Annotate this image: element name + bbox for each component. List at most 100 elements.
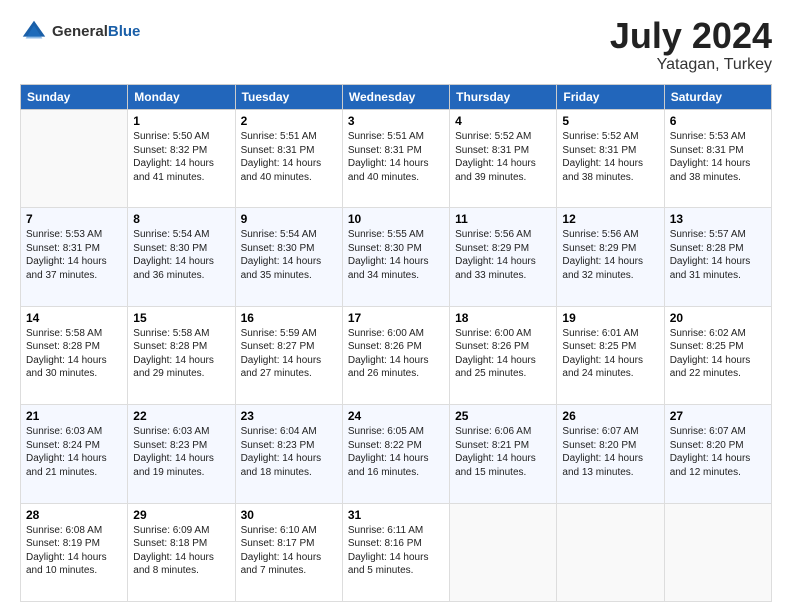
day-info: Sunrise: 6:11 AM Sunset: 8:16 PM Dayligh… bbox=[348, 524, 444, 578]
day-info: Sunrise: 5:51 AM Sunset: 8:31 PM Dayligh… bbox=[241, 130, 337, 184]
day-number: 10 bbox=[348, 212, 444, 226]
day-info: Sunrise: 5:51 AM Sunset: 8:31 PM Dayligh… bbox=[348, 130, 444, 184]
day-number: 17 bbox=[348, 311, 444, 325]
calendar-cell: 24Sunrise: 6:05 AM Sunset: 8:22 PM Dayli… bbox=[342, 405, 449, 503]
column-header-wednesday: Wednesday bbox=[342, 85, 449, 110]
week-row-1: 7 Sunrise: 5:53 AM Sunset: 8:31 PM Daylig… bbox=[21, 208, 772, 306]
calendar-cell: 19 Sunrise: 6:01 AM Sunset: 8:25 PM Dayli… bbox=[557, 306, 664, 404]
calendar-cell bbox=[557, 503, 664, 601]
day-number: 3 bbox=[348, 114, 444, 128]
day-number: 24 bbox=[348, 409, 444, 423]
day-info: Sunrise: 5:58 AM Sunset: 8:28 PM Dayligh… bbox=[26, 327, 122, 381]
logo-general: General bbox=[52, 23, 108, 40]
day-number: 12 bbox=[562, 212, 658, 226]
calendar-cell: 21Sunrise: 6:03 AM Sunset: 8:24 PM Dayli… bbox=[21, 405, 128, 503]
day-number: 1 bbox=[133, 114, 229, 128]
day-number: 20 bbox=[670, 311, 766, 325]
day-info: Sunrise: 6:00 AM Sunset: 8:26 PM Dayligh… bbox=[455, 327, 551, 381]
day-info: Sunrise: 5:53 AM Sunset: 8:31 PM Dayligh… bbox=[670, 130, 766, 184]
calendar-cell: 1 Sunrise: 5:50 AM Sunset: 8:32 PM Daylig… bbox=[128, 110, 235, 208]
day-info: Sunrise: 6:07 AM Sunset: 8:20 PM Dayligh… bbox=[562, 425, 658, 479]
location-title: Yatagan, Turkey bbox=[610, 56, 772, 74]
day-number: 27 bbox=[670, 409, 766, 423]
day-number: 18 bbox=[455, 311, 551, 325]
calendar-cell: 22Sunrise: 6:03 AM Sunset: 8:23 PM Dayli… bbox=[128, 405, 235, 503]
calendar-cell: 10Sunrise: 5:55 AM Sunset: 8:30 PM Dayli… bbox=[342, 208, 449, 306]
column-header-thursday: Thursday bbox=[450, 85, 557, 110]
calendar-cell: 20 Sunrise: 6:02 AM Sunset: 8:25 PM Dayli… bbox=[664, 306, 771, 404]
day-info: Sunrise: 5:56 AM Sunset: 8:29 PM Dayligh… bbox=[562, 228, 658, 282]
calendar-cell: 16 Sunrise: 5:59 AM Sunset: 8:27 PM Dayli… bbox=[235, 306, 342, 404]
day-number: 25 bbox=[455, 409, 551, 423]
day-number: 19 bbox=[562, 311, 658, 325]
calendar-cell: 17 Sunrise: 6:00 AM Sunset: 8:26 PM Dayli… bbox=[342, 306, 449, 404]
header-row: SundayMondayTuesdayWednesdayThursdayFrid… bbox=[21, 85, 772, 110]
column-header-friday: Friday bbox=[557, 85, 664, 110]
day-number: 16 bbox=[241, 311, 337, 325]
day-number: 8 bbox=[133, 212, 229, 226]
day-number: 22 bbox=[133, 409, 229, 423]
calendar-cell: 28 Sunrise: 6:08 AM Sunset: 8:19 PM Dayli… bbox=[21, 503, 128, 601]
calendar-cell: 13 Sunrise: 5:57 AM Sunset: 8:28 PM Dayli… bbox=[664, 208, 771, 306]
calendar-cell bbox=[450, 503, 557, 601]
day-info: Sunrise: 5:54 AM Sunset: 8:30 PM Dayligh… bbox=[133, 228, 229, 282]
day-info: Sunrise: 5:57 AM Sunset: 8:28 PM Dayligh… bbox=[670, 228, 766, 282]
day-info: Sunrise: 6:08 AM Sunset: 8:19 PM Dayligh… bbox=[26, 524, 122, 578]
day-number: 7 bbox=[26, 212, 122, 226]
calendar-cell: 2 Sunrise: 5:51 AM Sunset: 8:31 PM Daylig… bbox=[235, 110, 342, 208]
calendar-cell bbox=[664, 503, 771, 601]
day-info: Sunrise: 6:04 AM Sunset: 8:23 PM Dayligh… bbox=[241, 425, 337, 479]
day-number: 4 bbox=[455, 114, 551, 128]
day-info: Sunrise: 6:10 AM Sunset: 8:17 PM Dayligh… bbox=[241, 524, 337, 578]
day-number: 23 bbox=[241, 409, 337, 423]
day-info: Sunrise: 5:58 AM Sunset: 8:28 PM Dayligh… bbox=[133, 327, 229, 381]
day-info: Sunrise: 6:01 AM Sunset: 8:25 PM Dayligh… bbox=[562, 327, 658, 381]
day-number: 5 bbox=[562, 114, 658, 128]
day-number: 2 bbox=[241, 114, 337, 128]
day-number: 15 bbox=[133, 311, 229, 325]
column-header-saturday: Saturday bbox=[664, 85, 771, 110]
day-number: 14 bbox=[26, 311, 122, 325]
day-number: 13 bbox=[670, 212, 766, 226]
logo-text: GeneralBlue bbox=[52, 24, 140, 41]
calendar-cell: 23 Sunrise: 6:04 AM Sunset: 8:23 PM Dayli… bbox=[235, 405, 342, 503]
day-number: 11 bbox=[455, 212, 551, 226]
day-number: 26 bbox=[562, 409, 658, 423]
week-row-0: 1 Sunrise: 5:50 AM Sunset: 8:32 PM Daylig… bbox=[21, 110, 772, 208]
day-info: Sunrise: 5:50 AM Sunset: 8:32 PM Dayligh… bbox=[133, 130, 229, 184]
day-number: 28 bbox=[26, 508, 122, 522]
day-info: Sunrise: 6:02 AM Sunset: 8:25 PM Dayligh… bbox=[670, 327, 766, 381]
header: GeneralBlue July 2024 Yatagan, Turkey bbox=[20, 18, 772, 74]
calendar-cell: 15 Sunrise: 5:58 AM Sunset: 8:28 PM Dayli… bbox=[128, 306, 235, 404]
calendar-table: SundayMondayTuesdayWednesdayThursdayFrid… bbox=[20, 84, 772, 602]
day-info: Sunrise: 5:56 AM Sunset: 8:29 PM Dayligh… bbox=[455, 228, 551, 282]
logo-icon bbox=[20, 18, 48, 46]
week-row-4: 28 Sunrise: 6:08 AM Sunset: 8:19 PM Dayli… bbox=[21, 503, 772, 601]
day-info: Sunrise: 5:53 AM Sunset: 8:31 PM Dayligh… bbox=[26, 228, 122, 282]
day-info: Sunrise: 6:03 AM Sunset: 8:24 PM Dayligh… bbox=[26, 425, 122, 479]
day-info: Sunrise: 6:06 AM Sunset: 8:21 PM Dayligh… bbox=[455, 425, 551, 479]
week-row-2: 14 Sunrise: 5:58 AM Sunset: 8:28 PM Dayli… bbox=[21, 306, 772, 404]
day-info: Sunrise: 6:00 AM Sunset: 8:26 PM Dayligh… bbox=[348, 327, 444, 381]
calendar-cell: 30 Sunrise: 6:10 AM Sunset: 8:17 PM Dayli… bbox=[235, 503, 342, 601]
day-info: Sunrise: 5:59 AM Sunset: 8:27 PM Dayligh… bbox=[241, 327, 337, 381]
column-header-sunday: Sunday bbox=[21, 85, 128, 110]
calendar-cell: 8 Sunrise: 5:54 AM Sunset: 8:30 PM Daylig… bbox=[128, 208, 235, 306]
calendar-cell: 31 Sunrise: 6:11 AM Sunset: 8:16 PM Dayli… bbox=[342, 503, 449, 601]
column-header-monday: Monday bbox=[128, 85, 235, 110]
calendar-cell: 29Sunrise: 6:09 AM Sunset: 8:18 PM Dayli… bbox=[128, 503, 235, 601]
calendar-cell: 27 Sunrise: 6:07 AM Sunset: 8:20 PM Dayli… bbox=[664, 405, 771, 503]
calendar-cell: 25 Sunrise: 6:06 AM Sunset: 8:21 PM Dayli… bbox=[450, 405, 557, 503]
calendar-cell: 7 Sunrise: 5:53 AM Sunset: 8:31 PM Daylig… bbox=[21, 208, 128, 306]
calendar-cell: 4 Sunrise: 5:52 AM Sunset: 8:31 PM Daylig… bbox=[450, 110, 557, 208]
day-number: 31 bbox=[348, 508, 444, 522]
day-info: Sunrise: 6:07 AM Sunset: 8:20 PM Dayligh… bbox=[670, 425, 766, 479]
day-info: Sunrise: 5:52 AM Sunset: 8:31 PM Dayligh… bbox=[455, 130, 551, 184]
calendar-cell: 14 Sunrise: 5:58 AM Sunset: 8:28 PM Dayli… bbox=[21, 306, 128, 404]
day-number: 30 bbox=[241, 508, 337, 522]
logo-blue: Blue bbox=[108, 23, 141, 40]
day-info: Sunrise: 5:52 AM Sunset: 8:31 PM Dayligh… bbox=[562, 130, 658, 184]
calendar-cell: 9Sunrise: 5:54 AM Sunset: 8:30 PM Daylig… bbox=[235, 208, 342, 306]
week-row-3: 21Sunrise: 6:03 AM Sunset: 8:24 PM Dayli… bbox=[21, 405, 772, 503]
month-title: July 2024 bbox=[610, 18, 772, 54]
